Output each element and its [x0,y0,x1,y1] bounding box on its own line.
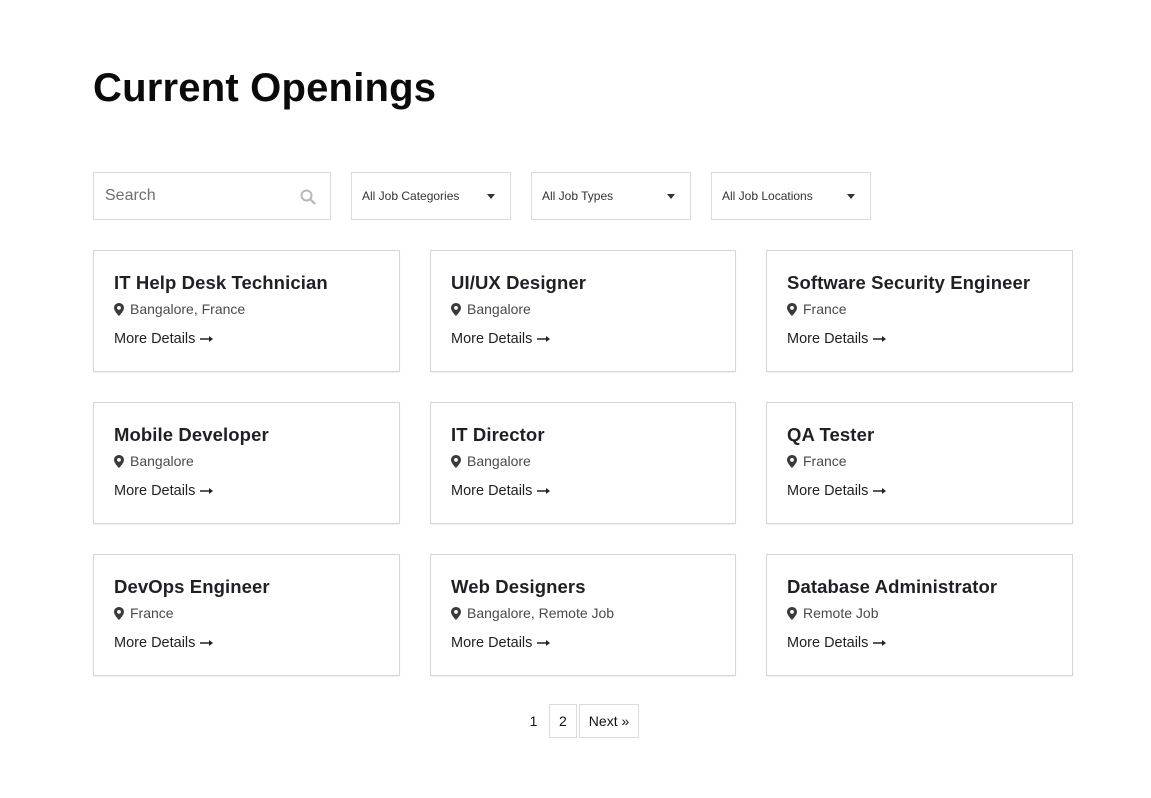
more-details-label: More Details [787,331,869,347]
job-title-link[interactable]: Software Security Engineer [787,271,1052,295]
job-location-text: Bangalore [130,453,194,469]
arrow-right-icon [200,640,214,646]
search-icon[interactable] [300,189,316,205]
map-pin-icon [451,454,461,468]
map-pin-icon [114,606,124,620]
job-title-link[interactable]: Mobile Developer [114,423,379,447]
job-category-value: All Job Categories [362,189,460,203]
job-category-select[interactable]: All Job Categories [351,172,511,220]
job-type-value: All Job Types [542,189,614,203]
map-pin-icon [787,606,797,620]
job-location: France [114,603,379,623]
caret-down-icon [487,194,495,199]
page-2-link[interactable]: 2 [549,704,577,738]
job-card: IT Help Desk Technician Bangalore, Franc… [93,250,400,372]
job-card: QA Tester France More Details [766,402,1073,524]
job-location-text: France [803,453,847,469]
more-details-link[interactable]: More Details [114,633,214,653]
filter-bar: All Job Categories All Job Types All Job… [93,172,871,220]
arrow-right-icon [873,488,887,494]
more-details-label: More Details [114,635,196,651]
job-location-value: All Job Locations [722,189,813,203]
job-location-text: France [803,301,847,317]
job-type-select[interactable]: All Job Types [531,172,691,220]
map-pin-icon [451,606,461,620]
job-location-text: Bangalore, Remote Job [467,605,615,621]
job-location: Bangalore, France [114,299,379,319]
job-location-text: Bangalore, France [130,301,246,317]
map-pin-icon [451,302,461,316]
arrow-right-icon [873,336,887,342]
job-location: France [787,299,1052,319]
arrow-right-icon [537,640,551,646]
more-details-link[interactable]: More Details [451,481,551,501]
more-details-label: More Details [451,331,533,347]
job-location: France [787,451,1052,471]
job-location: Bangalore [451,299,715,319]
job-card: Software Security Engineer France More D… [766,250,1073,372]
job-title-link[interactable]: IT Director [451,423,715,447]
job-title-link[interactable]: Web Designers [451,575,715,599]
job-title-link[interactable]: QA Tester [787,423,1052,447]
more-details-link[interactable]: More Details [451,633,551,653]
more-details-link[interactable]: More Details [787,329,887,349]
job-location-text: Bangalore [467,453,531,469]
job-card: UI/UX Designer Bangalore More Details [430,250,736,372]
arrow-right-icon [537,336,551,342]
more-details-label: More Details [787,483,869,499]
job-title-link[interactable]: Database Administrator [787,575,1052,599]
more-details-label: More Details [451,635,533,651]
page-title: Current Openings [93,66,437,110]
job-location: Bangalore, Remote Job [451,603,715,623]
more-details-label: More Details [787,635,869,651]
arrow-right-icon [200,336,214,342]
map-pin-icon [787,302,797,316]
job-location: Bangalore [451,451,715,471]
job-title-link[interactable]: IT Help Desk Technician [114,271,379,295]
job-location: Bangalore [114,451,379,471]
job-title-link[interactable]: DevOps Engineer [114,575,379,599]
arrow-right-icon [200,488,214,494]
arrow-right-icon [537,488,551,494]
more-details-link[interactable]: More Details [114,481,214,501]
job-location: Remote Job [787,603,1052,623]
more-details-label: More Details [451,483,533,499]
job-location-text: France [130,605,174,621]
caret-down-icon [847,194,855,199]
search-field [93,172,331,220]
more-details-link[interactable]: More Details [451,329,551,349]
current-page: 1 [529,713,538,729]
map-pin-icon [787,454,797,468]
more-details-link[interactable]: More Details [787,633,887,653]
map-pin-icon [114,302,124,316]
more-details-link[interactable]: More Details [114,329,214,349]
job-card: Web Designers Bangalore, Remote Job More… [430,554,736,676]
job-title-link[interactable]: UI/UX Designer [451,271,715,295]
search-input[interactable] [94,173,330,219]
job-location-text: Bangalore [467,301,531,317]
pagination: 1 2 Next » [520,704,640,738]
careers-page: Current Openings All Job Categories All … [0,0,1151,798]
arrow-right-icon [873,640,887,646]
more-details-label: More Details [114,483,196,499]
job-location-select[interactable]: All Job Locations [711,172,871,220]
caret-down-icon [667,194,675,199]
job-list: IT Help Desk Technician Bangalore, Franc… [93,250,1073,676]
map-pin-icon [114,454,124,468]
job-card: IT Director Bangalore More Details [430,402,736,524]
more-details-label: More Details [114,331,196,347]
job-card: Database Administrator Remote Job More D… [766,554,1073,676]
job-location-text: Remote Job [803,605,879,621]
more-details-link[interactable]: More Details [787,481,887,501]
next-page-link[interactable]: Next » [578,704,640,738]
job-card: Mobile Developer Bangalore More Details [93,402,400,524]
job-card: DevOps Engineer France More Details [93,554,400,676]
